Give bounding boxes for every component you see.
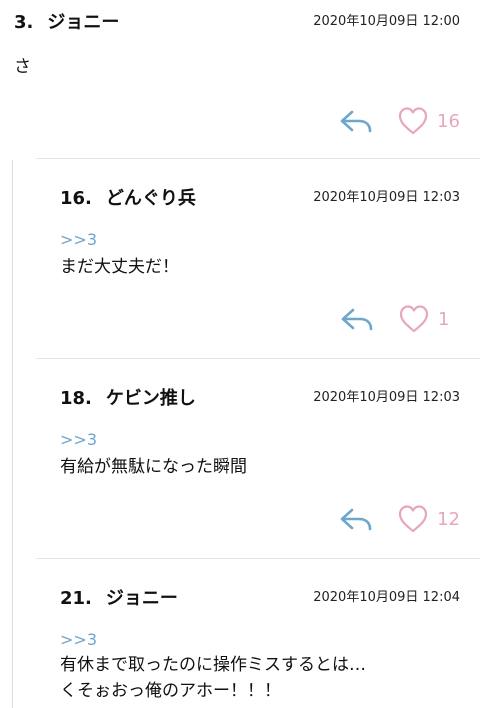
heart-icon[interactable] (397, 106, 429, 136)
comment-date: 2020年10月09日 12:03 (313, 190, 460, 205)
comment-divider (36, 158, 480, 159)
like-count: 16 (437, 110, 460, 132)
reply-reference-link[interactable]: >>3 (60, 430, 97, 449)
comment-author[interactable]: ジョニー (47, 8, 119, 34)
comment-actions: 1 (340, 304, 460, 334)
comment-author[interactable]: どんぐり兵 (106, 184, 196, 210)
comment-date: 2020年10月09日 12:03 (313, 390, 460, 405)
comment-actions: 12 (339, 504, 460, 534)
comment-actions: 16 (339, 106, 460, 136)
reply-reference-link[interactable]: >>3 (60, 230, 97, 249)
comment-author[interactable]: ケビン推し (106, 384, 196, 410)
reply-thread-line (12, 160, 13, 708)
comment-header: 16. どんぐり兵 (60, 184, 196, 210)
heart-icon[interactable] (398, 304, 430, 334)
comment-header: 3. ジョニー (14, 8, 119, 34)
comment-18: 18. ケビン推し 2020年10月09日 12:03 >>3 有給が無駄になっ… (60, 384, 460, 534)
comment-date: 2020年10月09日 12:00 (313, 14, 460, 29)
comment-number: 3. (14, 12, 34, 33)
reply-arrow-icon[interactable] (340, 306, 374, 332)
comment-text: まだ大丈夫だ！ (60, 257, 179, 277)
heart-icon[interactable] (397, 504, 429, 534)
comment-divider (36, 558, 480, 559)
comment-number: 18. (60, 388, 92, 409)
comment-16: 16. どんぐり兵 2020年10月09日 12:03 >>3 まだ大丈夫だ！ … (60, 184, 460, 334)
comment-date: 2020年10月09日 12:04 (313, 590, 460, 605)
reply-arrow-icon[interactable] (339, 108, 373, 134)
reply-reference-link[interactable]: >>3 (60, 630, 97, 649)
comment-divider (36, 358, 480, 359)
comment-21: 21. ジョニー 2020年10月09日 12:04 >>3 有休まで取ったのに… (60, 584, 460, 708)
comment-header: 21. ジョニー (60, 584, 178, 610)
like-count: 12 (437, 508, 460, 530)
comment-number: 21. (60, 588, 92, 609)
comment-number: 16. (60, 188, 92, 209)
comment-text: 有休まで取ったのに操作ミスするとは… くそぉおっ俺のアホー！！！ (60, 655, 366, 701)
comment-header: 18. ケビン推し (60, 384, 196, 410)
reply-arrow-icon[interactable] (339, 506, 373, 532)
comment-3: 3. ジョニー 2020年10月09日 12:00 さ 16 (14, 8, 460, 144)
comment-text: さ (14, 57, 31, 77)
comment-text: 有給が無駄になった瞬間 (60, 457, 247, 477)
comment-author[interactable]: ジョニー (106, 584, 178, 610)
like-count: 1 (438, 308, 450, 330)
